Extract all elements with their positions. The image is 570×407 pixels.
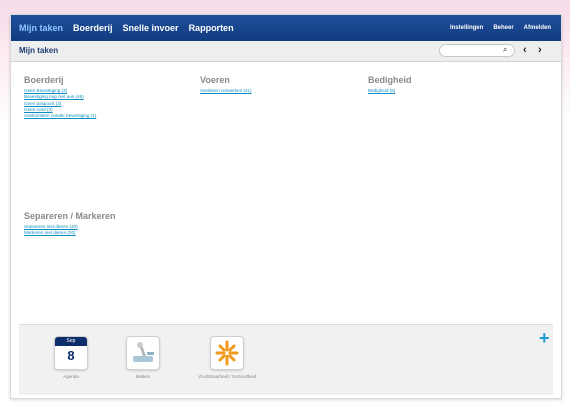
admin-link[interactable]: Beheer bbox=[493, 25, 513, 31]
task-link[interactable]: Bedigheid (5) bbox=[368, 88, 412, 94]
section-title: Separeren / Markeren bbox=[24, 211, 116, 221]
add-shortcut-icon[interactable]: + bbox=[539, 329, 550, 347]
milking-icon[interactable] bbox=[126, 336, 160, 370]
fertility-tile[interactable]: Vruchtbaarheid / Gezondheid bbox=[197, 336, 257, 379]
section-title: Bedigheid bbox=[368, 75, 412, 85]
section-title: Boerderij bbox=[24, 75, 64, 85]
nav-reports[interactable]: Rapporten bbox=[189, 23, 234, 33]
section-separate-mark: Separeren / Markeren Separeren niet dier… bbox=[24, 211, 116, 237]
fertility-icon[interactable] bbox=[210, 336, 244, 370]
task-link[interactable]: Markeren niet dieren (20) bbox=[24, 230, 116, 236]
calendar-tile[interactable]: Sep 8 Agenda bbox=[53, 336, 89, 379]
page-header: Mijn taken ⌕ ‹ › bbox=[11, 41, 561, 62]
nav-my-tasks[interactable]: Mijn taken bbox=[19, 23, 63, 33]
calendar-day: 8 bbox=[67, 348, 75, 363]
page-title: Mijn taken bbox=[19, 46, 59, 55]
nav-farm[interactable]: Boerderij bbox=[73, 23, 113, 33]
account-links: Instellingen Beheer Afmelden bbox=[450, 25, 551, 31]
task-link[interactable]: Aankomsten zonder bevestiging (1) bbox=[24, 113, 96, 119]
logout-link[interactable]: Afmelden bbox=[524, 25, 551, 31]
section-bedigheid: Bedigheid Bedigheid (5) bbox=[368, 75, 412, 94]
tile-label: Melken bbox=[135, 374, 151, 379]
section-feeding: Voeren Voederen verwerken (41) bbox=[200, 75, 252, 94]
shortcut-tray: Sep 8 Agenda Melken Vruchtbaarheid / Gez… bbox=[19, 324, 553, 395]
main-nav: Mijn taken Boerderij Snelle invoer Rappo… bbox=[19, 23, 234, 33]
next-arrow-icon[interactable]: › bbox=[538, 44, 542, 57]
calendar-month: Sep bbox=[66, 338, 76, 344]
top-navigation-bar: Mijn taken Boerderij Snelle invoer Rappo… bbox=[11, 15, 561, 41]
section-title: Voeren bbox=[200, 75, 230, 85]
tile-label: Agenda bbox=[63, 374, 79, 379]
settings-link[interactable]: Instellingen bbox=[450, 25, 483, 31]
task-link[interactable]: Voederen verwerken (41) bbox=[200, 88, 252, 94]
search-icon[interactable]: ⌕ bbox=[503, 45, 507, 55]
section-farm: Boerderij Geen Bevestiging (3) Bevestigi… bbox=[24, 75, 96, 119]
milking-tile[interactable]: Melken bbox=[125, 336, 161, 379]
app-window: Mijn taken Boerderij Snelle invoer Rappo… bbox=[10, 14, 562, 399]
previous-arrow-icon[interactable]: ‹ bbox=[523, 44, 527, 57]
nav-quick-entry[interactable]: Snelle invoer bbox=[123, 23, 179, 33]
calendar-icon[interactable]: Sep 8 bbox=[54, 336, 88, 370]
tile-label: Vruchtbaarheid / Gezondheid bbox=[197, 374, 257, 379]
